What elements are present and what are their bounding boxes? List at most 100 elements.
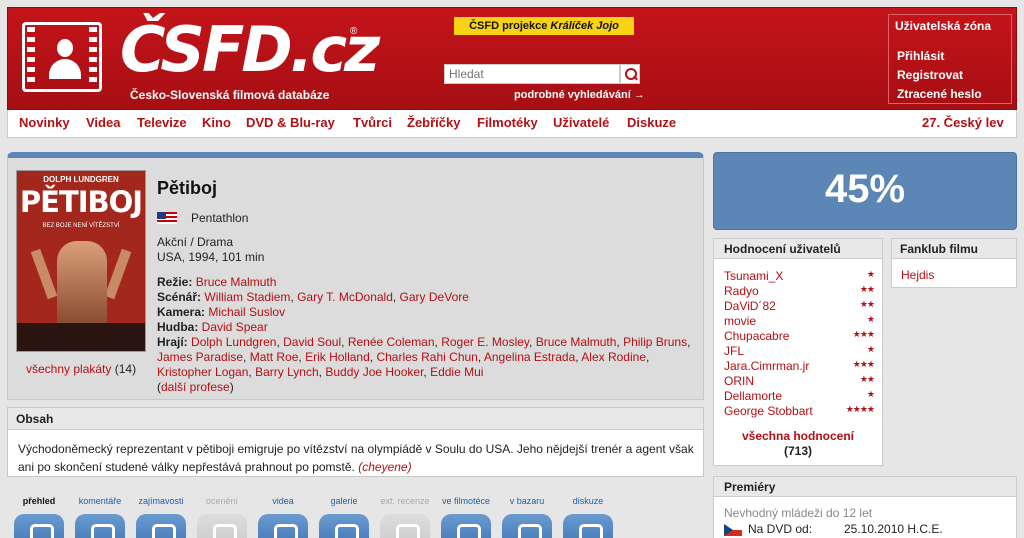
tab-ext-recenze: ext. recenze [378,496,432,538]
poster-actor: DOLPH LUNDGREN [43,175,119,184]
person-link[interactable]: Alex Rodine [581,350,646,364]
advanced-search-link[interactable]: podrobné vyhledávání → [514,89,645,101]
person-link[interactable]: Barry Lynch [255,365,319,379]
rating-row: ORIN ★★ [724,374,875,389]
nav-tvurci[interactable]: Tvůrci [353,115,392,130]
tab-v-bazaru[interactable]: v bazaru [500,496,554,538]
rating-user-link[interactable]: Dellamorte [724,389,782,403]
rating-row: JFL ★ [724,344,875,359]
person-link[interactable]: David Spear [202,320,268,334]
person-link[interactable]: Kristopher Logan [157,365,248,379]
rating-stars-icon: ★ [866,389,875,399]
nav-novinky[interactable]: Novinky [19,115,70,130]
plot-heading: Obsah [16,412,54,426]
person-link[interactable]: Bruce Malmuth [196,275,277,289]
tab-ve-filmotece[interactable]: ve filmotéce [439,496,493,538]
login-link[interactable]: Přihlásit [897,49,944,63]
person-link[interactable]: Buddy Joe Hooker [325,365,423,379]
lost-password-link[interactable]: Ztracené heslo [897,87,982,101]
nav-dvd-bluray[interactable]: DVD & Blu-ray [246,115,335,130]
person-link[interactable]: David Soul [283,335,341,349]
rating-stars-icon: ★★★★ [845,404,875,414]
credit-music: Hudba: David Spear [157,320,268,334]
tab-diskuze[interactable]: diskuze [561,496,615,538]
person-link[interactable]: Matt Roe [250,350,299,364]
tab-zajimavosti[interactable]: zajímavosti [134,496,188,538]
person-link[interactable]: Erik Holland [305,350,370,364]
ratings-count: (713) [783,444,812,458]
person-link[interactable]: James Paradise [157,350,243,364]
person-link[interactable]: Eddie Mui [430,365,483,379]
plot-panel: Obsah Východoněmecký reprezentant v pěti… [7,407,704,477]
credit-writers: Scénář: William Stadiem, Gary T. McDonal… [157,290,469,304]
fanclub-member-link[interactable]: Hejdis [901,268,934,282]
rating-value: 45% [824,167,906,211]
user-zone-title: Uživatelská zóna [895,19,992,33]
nav-televize[interactable]: Televize [137,115,187,130]
person-link[interactable]: Charles Rahi Chun [376,350,477,364]
nav-kino[interactable]: Kino [202,115,231,130]
person-link[interactable]: Philip Bruns [623,335,687,349]
all-ratings: všechna hodnocení (713) [714,429,882,459]
user-ratings-heading: Hodnocení uživatelů [724,242,841,256]
credit-camera: Kamera: Michail Suslov [157,305,286,319]
rating-box: 45% [713,152,1017,230]
rating-user-link[interactable]: DaViD´82 [724,299,776,313]
rating-row: Dellamorte ★ [724,389,875,404]
rating-row: Jara.Cimrman.jr ★★★ [724,359,875,374]
plot-author-link[interactable]: (cheyene) [358,460,411,474]
person-link[interactable]: William Stadiem [204,290,290,304]
rating-user-link[interactable]: ORIN [724,374,754,388]
original-title: Pentathlon [191,211,249,225]
person-link[interactable]: Angelina Estrada [484,350,575,364]
person-link[interactable]: Gary DeVore [400,290,469,304]
rating-user-link[interactable]: JFL [724,344,744,358]
person-link[interactable]: Dolph Lundgren [191,335,276,349]
person-link[interactable]: Roger E. Mosley [441,335,529,349]
project-banner[interactable]: ČSFD projekce Králíček Jojo [454,17,634,35]
person-icon [49,39,81,79]
rating-user-link[interactable]: Tsunami_X [724,269,783,283]
nav-cesky-lev[interactable]: 27. Český lev [922,115,1004,130]
all-posters-link[interactable]: všechny plakáty [26,362,111,376]
nav-diskuze[interactable]: Diskuze [627,115,676,130]
user-ratings-panel: Hodnocení uživatelů Tsunami_X ★ Radyo ★★ DaV… [713,238,883,466]
nav-zebricky[interactable]: Žebříčky [407,115,460,130]
person-link[interactable]: Gary T. McDonald [297,290,393,304]
person-link[interactable]: Renée Coleman [348,335,435,349]
nav-filmoteky[interactable]: Filmotéky [477,115,538,130]
tab-galerie[interactable]: galerie [317,496,371,538]
rating-user-link[interactable]: Radyo [724,284,759,298]
rating-user-link[interactable]: Jara.Cimrman.jr [724,359,809,373]
search-icon[interactable] [620,64,640,84]
site-logo[interactable]: ČSFD.cz ® Česko-Slovenská filmová databá… [20,14,380,104]
more-professions-link[interactable]: další profese [161,380,230,394]
poster-tagline: BEZ BOJE NENÍ VÍTĚZSTVÍ [42,223,120,229]
overview-icon [14,514,64,538]
nav-videa[interactable]: Videa [86,115,120,130]
search-input[interactable] [444,64,620,84]
gallery-icon [319,514,369,538]
person-link[interactable]: Bruce Malmuth [536,335,617,349]
register-link[interactable]: Registrovat [897,68,963,82]
tab-prehled[interactable]: přehled [12,496,66,538]
rating-stars-icon: ★ [866,269,875,279]
award-icon [197,514,247,538]
person-link[interactable]: Michail Suslov [208,305,285,319]
tab-komentare[interactable]: komentáře [73,496,127,538]
rating-user-link[interactable]: Chupacabre [724,329,789,343]
rating-stars-icon: ★★ [859,284,875,294]
all-ratings-link[interactable]: všechna hodnocení [742,429,854,443]
main-nav: Novinky Videa Televize Kino DVD & Blu-ra… [7,110,1017,138]
project-name: Králíček Jojo [550,20,619,32]
film-strip-icon [22,22,102,92]
premiere-panel: Premiéry Nevhodný mládeži do 12 let Na D… [713,476,1017,538]
user-zone: Uživatelská zóna Přihlásit Registrovat Z… [888,14,1012,104]
tab-videa[interactable]: videa [256,496,310,538]
logo-text: ČSFD.cz [120,13,380,86]
rating-user-link[interactable]: movie [724,314,756,328]
nav-uzivatele[interactable]: Uživatelé [553,115,609,130]
credit-director: Režie: Bruce Malmuth [157,275,277,289]
rating-user-link[interactable]: George Stobbart [724,404,813,418]
film-poster[interactable]: DOLPH LUNDGREN PĚTIBOJ BEZ BOJE NENÍ VÍT… [16,170,146,352]
